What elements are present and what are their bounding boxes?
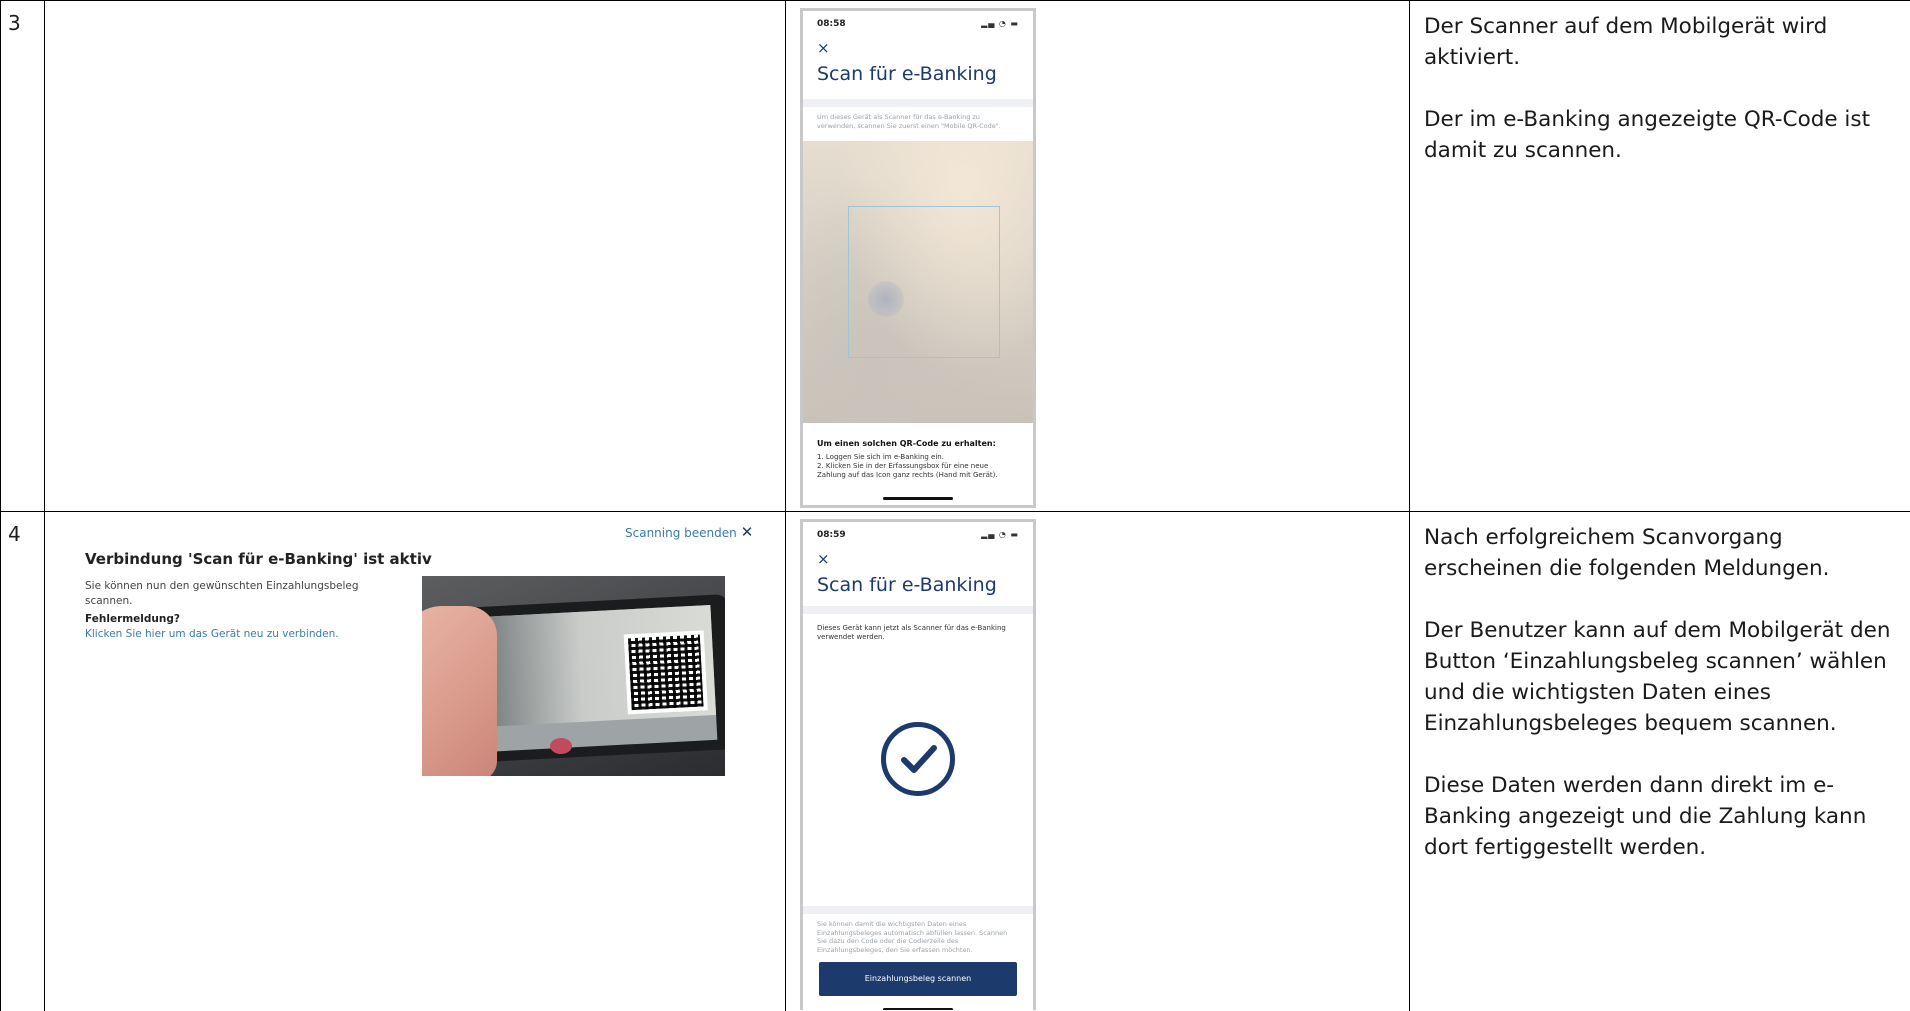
stop-scanning-link[interactable]: Scanning beenden ✕ <box>625 523 753 541</box>
description-paragraph: Nach erfolgreichem Scanvorgang erscheine… <box>1424 525 1830 581</box>
divider <box>803 99 1033 107</box>
check-circle-icon <box>881 722 955 796</box>
stop-scanning-label[interactable]: Scanning beenden <box>625 526 737 540</box>
status-time: 08:58 <box>817 19 846 29</box>
page-title: Scan für e-Banking <box>817 63 997 85</box>
home-indicator <box>883 497 953 500</box>
description-paragraph: Der im e-Banking angezeigte QR-Code ist … <box>1424 107 1871 163</box>
connection-title: Verbindung 'Scan für e-Banking' ist akti… <box>85 550 432 568</box>
close-icon[interactable]: ✕ <box>741 523 754 541</box>
description-cell: Nach erfolgreichem Scanvorgang erscheine… <box>1410 512 1910 1011</box>
divider <box>803 906 1033 914</box>
step-number-cell: 3 <box>0 1 45 511</box>
info-step: 2. Klicken Sie in der Erfassungsbox für … <box>817 462 998 479</box>
checkmark-icon <box>901 745 937 773</box>
page-title: Scan für e-Banking <box>817 574 997 596</box>
scanning-photo <box>422 576 725 776</box>
intro-text: Um dieses Gerät als Scanner für das e-Ba… <box>817 113 1001 130</box>
footer-text: Sie können damit die wichtigsten Daten e… <box>817 920 1008 954</box>
reconnect-link[interactable]: Klicken Sie hier um das Gerät neu zu ver… <box>85 628 339 640</box>
fingernail <box>550 738 572 754</box>
error-label: Fehlermeldung? <box>85 613 180 625</box>
camera-blur <box>868 281 904 317</box>
step-number-cell: 4 <box>0 512 45 1011</box>
intro-text: Dieses Gerät kann jetzt als Scanner für … <box>817 624 1006 641</box>
info-steps: 1. Loggen Sie sich im e-Banking ein. 2. … <box>817 453 1019 480</box>
empty-cell <box>45 1 786 511</box>
status-icons: ▂▄ ◔ ▬ <box>981 530 1019 539</box>
phone-screenshot-connected: 08:59 ▂▄ ◔ ▬ × Scan für e-Banking Dieses… <box>800 519 1036 1010</box>
connection-text: Sie können nun den gewünschten Einzahlun… <box>85 580 359 607</box>
status-time: 08:59 <box>817 530 846 540</box>
hand <box>422 606 497 776</box>
description-paragraph: Der Benutzer kann auf dem Mobilgerät den… <box>1424 618 1891 736</box>
phone-screen <box>470 604 718 753</box>
phone-screenshot-scanner: 08:58 ▂▄ ◔ ▬ × Scan für e-Banking Um die… <box>800 8 1036 508</box>
status-icons: ▂▄ ◔ ▬ <box>981 19 1019 28</box>
scan-slip-button[interactable]: Einzahlungsbeleg scannen <box>819 962 1017 996</box>
info-step: 1. Loggen Sie sich im e-Banking ein. <box>817 453 944 461</box>
phone-in-hand <box>458 594 725 763</box>
close-icon[interactable]: × <box>817 550 830 568</box>
description-cell: Der Scanner auf dem Mobilgerät wird akti… <box>1410 1 1910 511</box>
camera-viewfinder <box>803 141 1033 423</box>
description: Nach erfolgreichem Scanvorgang erscheine… <box>1424 522 1894 894</box>
qr-code <box>623 630 708 715</box>
scan-frame <box>848 206 1000 358</box>
close-icon[interactable]: × <box>817 39 830 57</box>
description-paragraph: Diese Daten werden dann direkt im e-Bank… <box>1424 773 1867 860</box>
step-number: 3 <box>8 11 21 35</box>
divider <box>803 606 1033 614</box>
description: Der Scanner auf dem Mobilgerät wird akti… <box>1424 11 1894 197</box>
info-title: Um einen solchen QR-Code zu erhalten: <box>817 439 996 448</box>
description-paragraph: Der Scanner auf dem Mobilgerät wird akti… <box>1424 14 1828 70</box>
step-number: 4 <box>8 522 21 546</box>
